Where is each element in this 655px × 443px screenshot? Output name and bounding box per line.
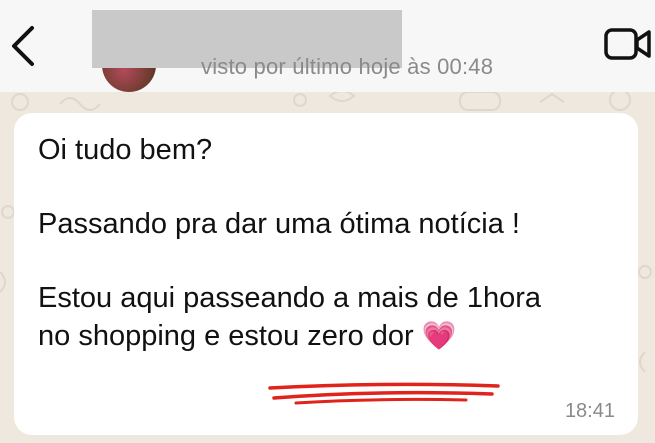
message-text: Oi tudo bem? Passando pra dar uma ótima … (38, 132, 628, 355)
red-underline-annotation (268, 382, 500, 405)
video-call-icon (604, 28, 651, 60)
chat-header: visto por último hoje às 00:48 (0, 0, 655, 92)
message-timestamp: 18:41 (564, 400, 615, 422)
back-chevron-icon (12, 26, 34, 66)
message-line-2: Passando pra dar uma ótima notícia ! (38, 208, 520, 240)
message-line-3: Estou aqui passeando a mais de 1hora (38, 282, 542, 314)
back-button[interactable] (4, 22, 44, 72)
message-line-4: no shopping e estou zero dor 💗 (38, 317, 628, 355)
pink-heart-emoji: 💗 (421, 320, 457, 351)
last-seen-status: visto por último hoje às 00:48 (201, 54, 494, 79)
video-call-button[interactable] (604, 26, 652, 62)
message-line-1: Oi tudo bem? (38, 134, 213, 166)
highlighted-phrase: estou zero dor (228, 320, 414, 352)
message-line-4-prefix: no shopping e (38, 320, 229, 352)
